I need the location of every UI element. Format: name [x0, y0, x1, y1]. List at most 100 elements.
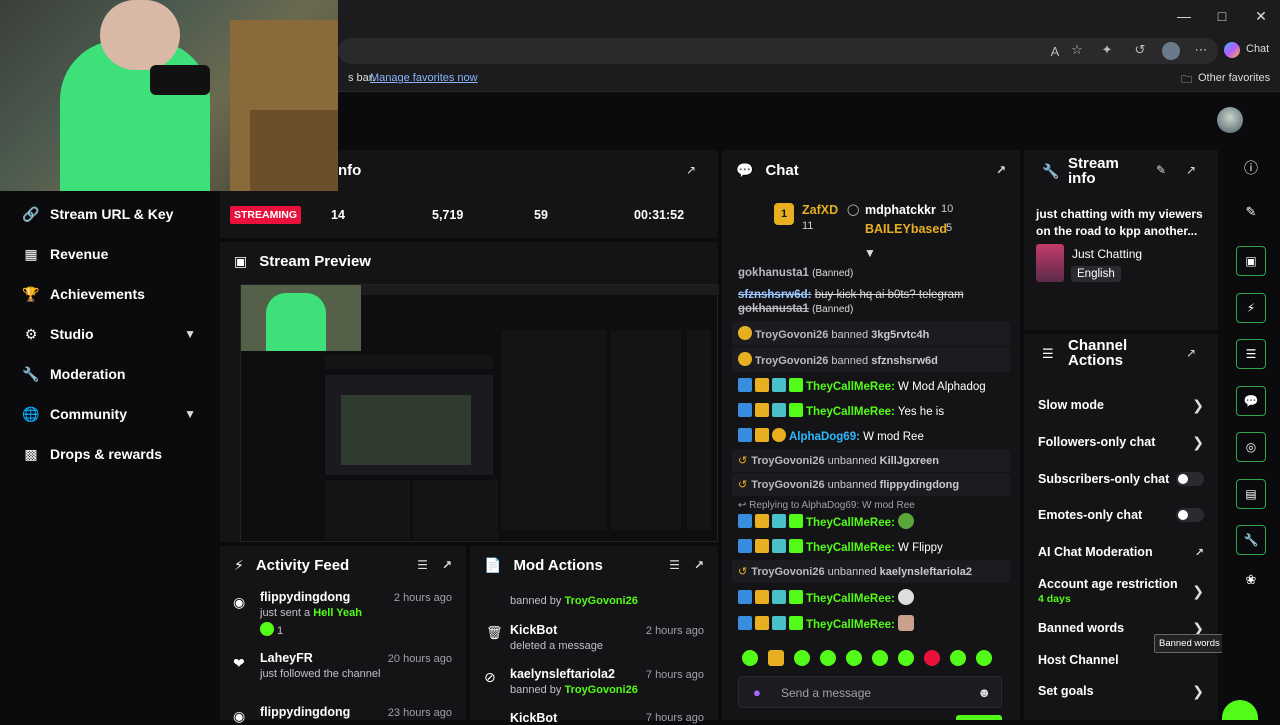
mod-target[interactable]: KickBot	[510, 623, 557, 637]
edit-icon[interactable]: ✎	[1156, 163, 1166, 177]
chevron-right-icon[interactable]: ❯	[1192, 397, 1204, 414]
chat-username[interactable]: sfznshsrw6d:	[738, 289, 812, 301]
set-goals-row[interactable]: Set goals ❯	[1024, 676, 1218, 706]
popout-icon[interactable]: ↗	[686, 163, 696, 177]
sidebar-item-achievements[interactable]: 🏆 Achievements	[0, 274, 218, 314]
chat-username[interactable]: AlphaDog69:	[789, 431, 860, 443]
filter-icon[interactable]: ☰	[417, 558, 428, 572]
rail-channel-actions-icon[interactable]: ▤	[1236, 478, 1266, 509]
sidebar-item-stream-url[interactable]: 🔗 Stream URL & Key	[0, 194, 218, 234]
chat-input[interactable]: ● Send a message ☻	[738, 676, 1002, 708]
emote-icon[interactable]	[846, 650, 862, 666]
rail-preview-icon[interactable]: ▣	[1236, 246, 1266, 276]
top-user-name[interactable]: mdphatckkr	[865, 203, 936, 217]
chat-username[interactable]: TheyCallMeRee:	[806, 593, 895, 605]
popout-icon[interactable]: ↗	[1186, 163, 1196, 177]
popout-icon[interactable]: ↗	[442, 558, 452, 572]
emote-icon[interactable]	[742, 650, 758, 666]
popout-icon[interactable]: ↗	[694, 558, 704, 572]
profile-avatar[interactable]	[1162, 42, 1180, 60]
rail-mod-actions-icon[interactable]: ☰	[1236, 339, 1266, 369]
info-icon[interactable]: ⓘ	[1222, 158, 1280, 178]
subscribers-only-toggle[interactable]	[1176, 471, 1204, 486]
chat-button[interactable]: Chat	[1246, 43, 1269, 55]
rail-broadcast-icon[interactable]: ◎	[1236, 432, 1266, 462]
account-age-row[interactable]: Account age restriction 4 days ❯	[1024, 570, 1218, 612]
chevron-right-icon[interactable]: ❯	[1192, 683, 1204, 700]
mod-name[interactable]: TroyGovoni26	[755, 329, 828, 341]
mod-name[interactable]: TroyGovoni26	[755, 355, 828, 367]
external-link-icon[interactable]: ↗	[1195, 546, 1204, 559]
chevron-down-icon[interactable]: ▼	[184, 407, 196, 421]
chevron-right-icon[interactable]: ❯	[1192, 583, 1204, 600]
ai-moderation-row[interactable]: AI Chat Moderation ↗	[1024, 534, 1218, 571]
mod-name[interactable]: TroyGovoni26	[564, 684, 637, 696]
pencil-icon[interactable]: ✎	[1222, 204, 1280, 220]
extensions-icon[interactable]: ✦	[1098, 42, 1116, 58]
mod-event-target[interactable]: flippydingdong	[880, 479, 959, 491]
mod-event-target[interactable]: sfznshsrw6d	[871, 355, 938, 367]
mod-target[interactable]: KickBot	[510, 711, 557, 725]
mod-event-target[interactable]: kaelynsleftariola2	[880, 566, 972, 578]
mod-name[interactable]: TroyGovoni26	[751, 455, 824, 467]
chat-username[interactable]: TheyCallMeRee:	[806, 542, 895, 554]
followers-only-row[interactable]: Followers-only chat ❯	[1024, 424, 1218, 461]
emote-icon[interactable]	[794, 650, 810, 666]
chat-username[interactable]: TheyCallMeRee:	[806, 381, 895, 393]
history-icon[interactable]: ↺	[1131, 42, 1149, 58]
emote-icon[interactable]	[950, 650, 966, 666]
help-button[interactable]	[1222, 700, 1258, 720]
send-button[interactable]	[956, 715, 1002, 720]
filter-icon[interactable]: ☰	[669, 558, 680, 572]
category-thumbnail[interactable]	[1036, 244, 1064, 282]
user-avatar[interactable]	[1217, 107, 1243, 133]
emote-icon[interactable]	[924, 650, 940, 666]
mod-event-target[interactable]: 3kg5rvtc4h	[871, 329, 929, 341]
top-user-name[interactable]: ZafXD	[802, 203, 838, 217]
stream-preview-video[interactable]	[240, 284, 719, 542]
chevron-right-icon[interactable]: ❯	[1192, 434, 1204, 451]
chevron-down-icon[interactable]: ▼	[184, 327, 196, 341]
emotes-only-toggle[interactable]	[1176, 508, 1204, 523]
maximize-icon[interactable]: □	[1212, 8, 1232, 24]
mod-target[interactable]: kaelynsleftariola2	[510, 667, 615, 681]
top-user-name[interactable]: BAILEYbased	[865, 222, 947, 236]
minimize-icon[interactable]: —	[1174, 8, 1194, 24]
chat-username[interactable]: gokhanusta1	[738, 267, 809, 279]
popout-icon[interactable]: ↗	[996, 163, 1006, 177]
emote-icon[interactable]	[768, 650, 784, 666]
url-field[interactable]	[338, 38, 1218, 64]
microphone-icon[interactable]: ●	[753, 685, 761, 700]
mod-name[interactable]: TroyGovoni26	[751, 479, 824, 491]
sidebar-item-drops[interactable]: ▩ Drops & rewards	[0, 434, 218, 474]
more-icon[interactable]: ⋯	[1192, 42, 1210, 58]
sidebar-item-community[interactable]: 🌐 Community ▼	[0, 394, 218, 434]
chat-username[interactable]: gokhanusta1	[738, 303, 809, 315]
read-aloud-icon[interactable]: A	[1046, 44, 1064, 59]
close-icon[interactable]: ✕	[1251, 8, 1271, 25]
rail-stream-info-icon[interactable]: 🔧	[1236, 525, 1266, 555]
mod-name[interactable]: TroyGovoni26	[564, 595, 637, 607]
sidebar-item-studio[interactable]: ⚙ Studio ▼	[0, 314, 218, 354]
slow-mode-row[interactable]: Slow mode ❯	[1024, 387, 1218, 424]
popout-icon[interactable]: ↗	[1186, 346, 1196, 360]
mod-event-target[interactable]: KillJgxreen	[880, 455, 939, 467]
sidebar-item-revenue[interactable]: ▦ Revenue	[0, 234, 218, 274]
sidebar-item-moderation[interactable]: 🔧 Moderation	[0, 354, 218, 394]
emote-icon[interactable]	[820, 650, 836, 666]
emote-icon[interactable]	[872, 650, 888, 666]
chat-username[interactable]: TheyCallMeRee:	[806, 619, 895, 631]
manage-favorites-link[interactable]: Manage favorites now	[370, 72, 478, 84]
rail-community-icon[interactable]: ❀	[1222, 572, 1280, 588]
rail-activity-icon[interactable]: ⚡	[1236, 292, 1266, 323]
mod-name[interactable]: TroyGovoni26	[751, 566, 824, 578]
emoji-icon[interactable]: ☻	[977, 685, 991, 700]
copilot-icon[interactable]	[1224, 42, 1240, 58]
chat-username[interactable]: TheyCallMeRee:	[806, 406, 895, 418]
chat-username[interactable]: TheyCallMeRee:	[806, 517, 895, 529]
other-favorites[interactable]: Other favorites	[1198, 72, 1270, 84]
emote-icon[interactable]	[976, 650, 992, 666]
collapse-icon[interactable]: ▼	[864, 246, 876, 260]
category-name[interactable]: Just Chatting	[1072, 247, 1142, 261]
favorite-star-icon[interactable]: ☆	[1068, 42, 1086, 58]
